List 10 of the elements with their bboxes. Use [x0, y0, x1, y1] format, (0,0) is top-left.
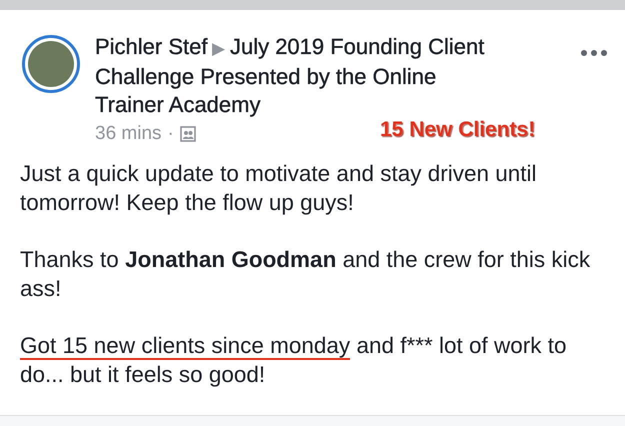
post-paragraph: Just a quick update to motivate and stay driven until tomorrow! Keep the flow up guys!: [20, 160, 538, 217]
post-title: Pichler Stef ▶ July 2019 Founding Client Challenge Presented by the Online Trainer Academy: [95, 33, 486, 119]
group-icon: [180, 126, 196, 142]
annotation-label: 15 New Clients!: [380, 118, 536, 142]
more-options-icon[interactable]: [581, 50, 607, 56]
post-paragraph: Thanks to Jonathan Goodman and the crew for this kick ass!: [20, 246, 592, 303]
post-time: 36 mins: [95, 123, 162, 145]
dot-separator: ·: [168, 123, 174, 145]
post-paragraph: Got 15 new clients since monday and f*** lot of work to do... but it feels so good!: [20, 332, 568, 389]
avatar[interactable]: [22, 35, 80, 93]
